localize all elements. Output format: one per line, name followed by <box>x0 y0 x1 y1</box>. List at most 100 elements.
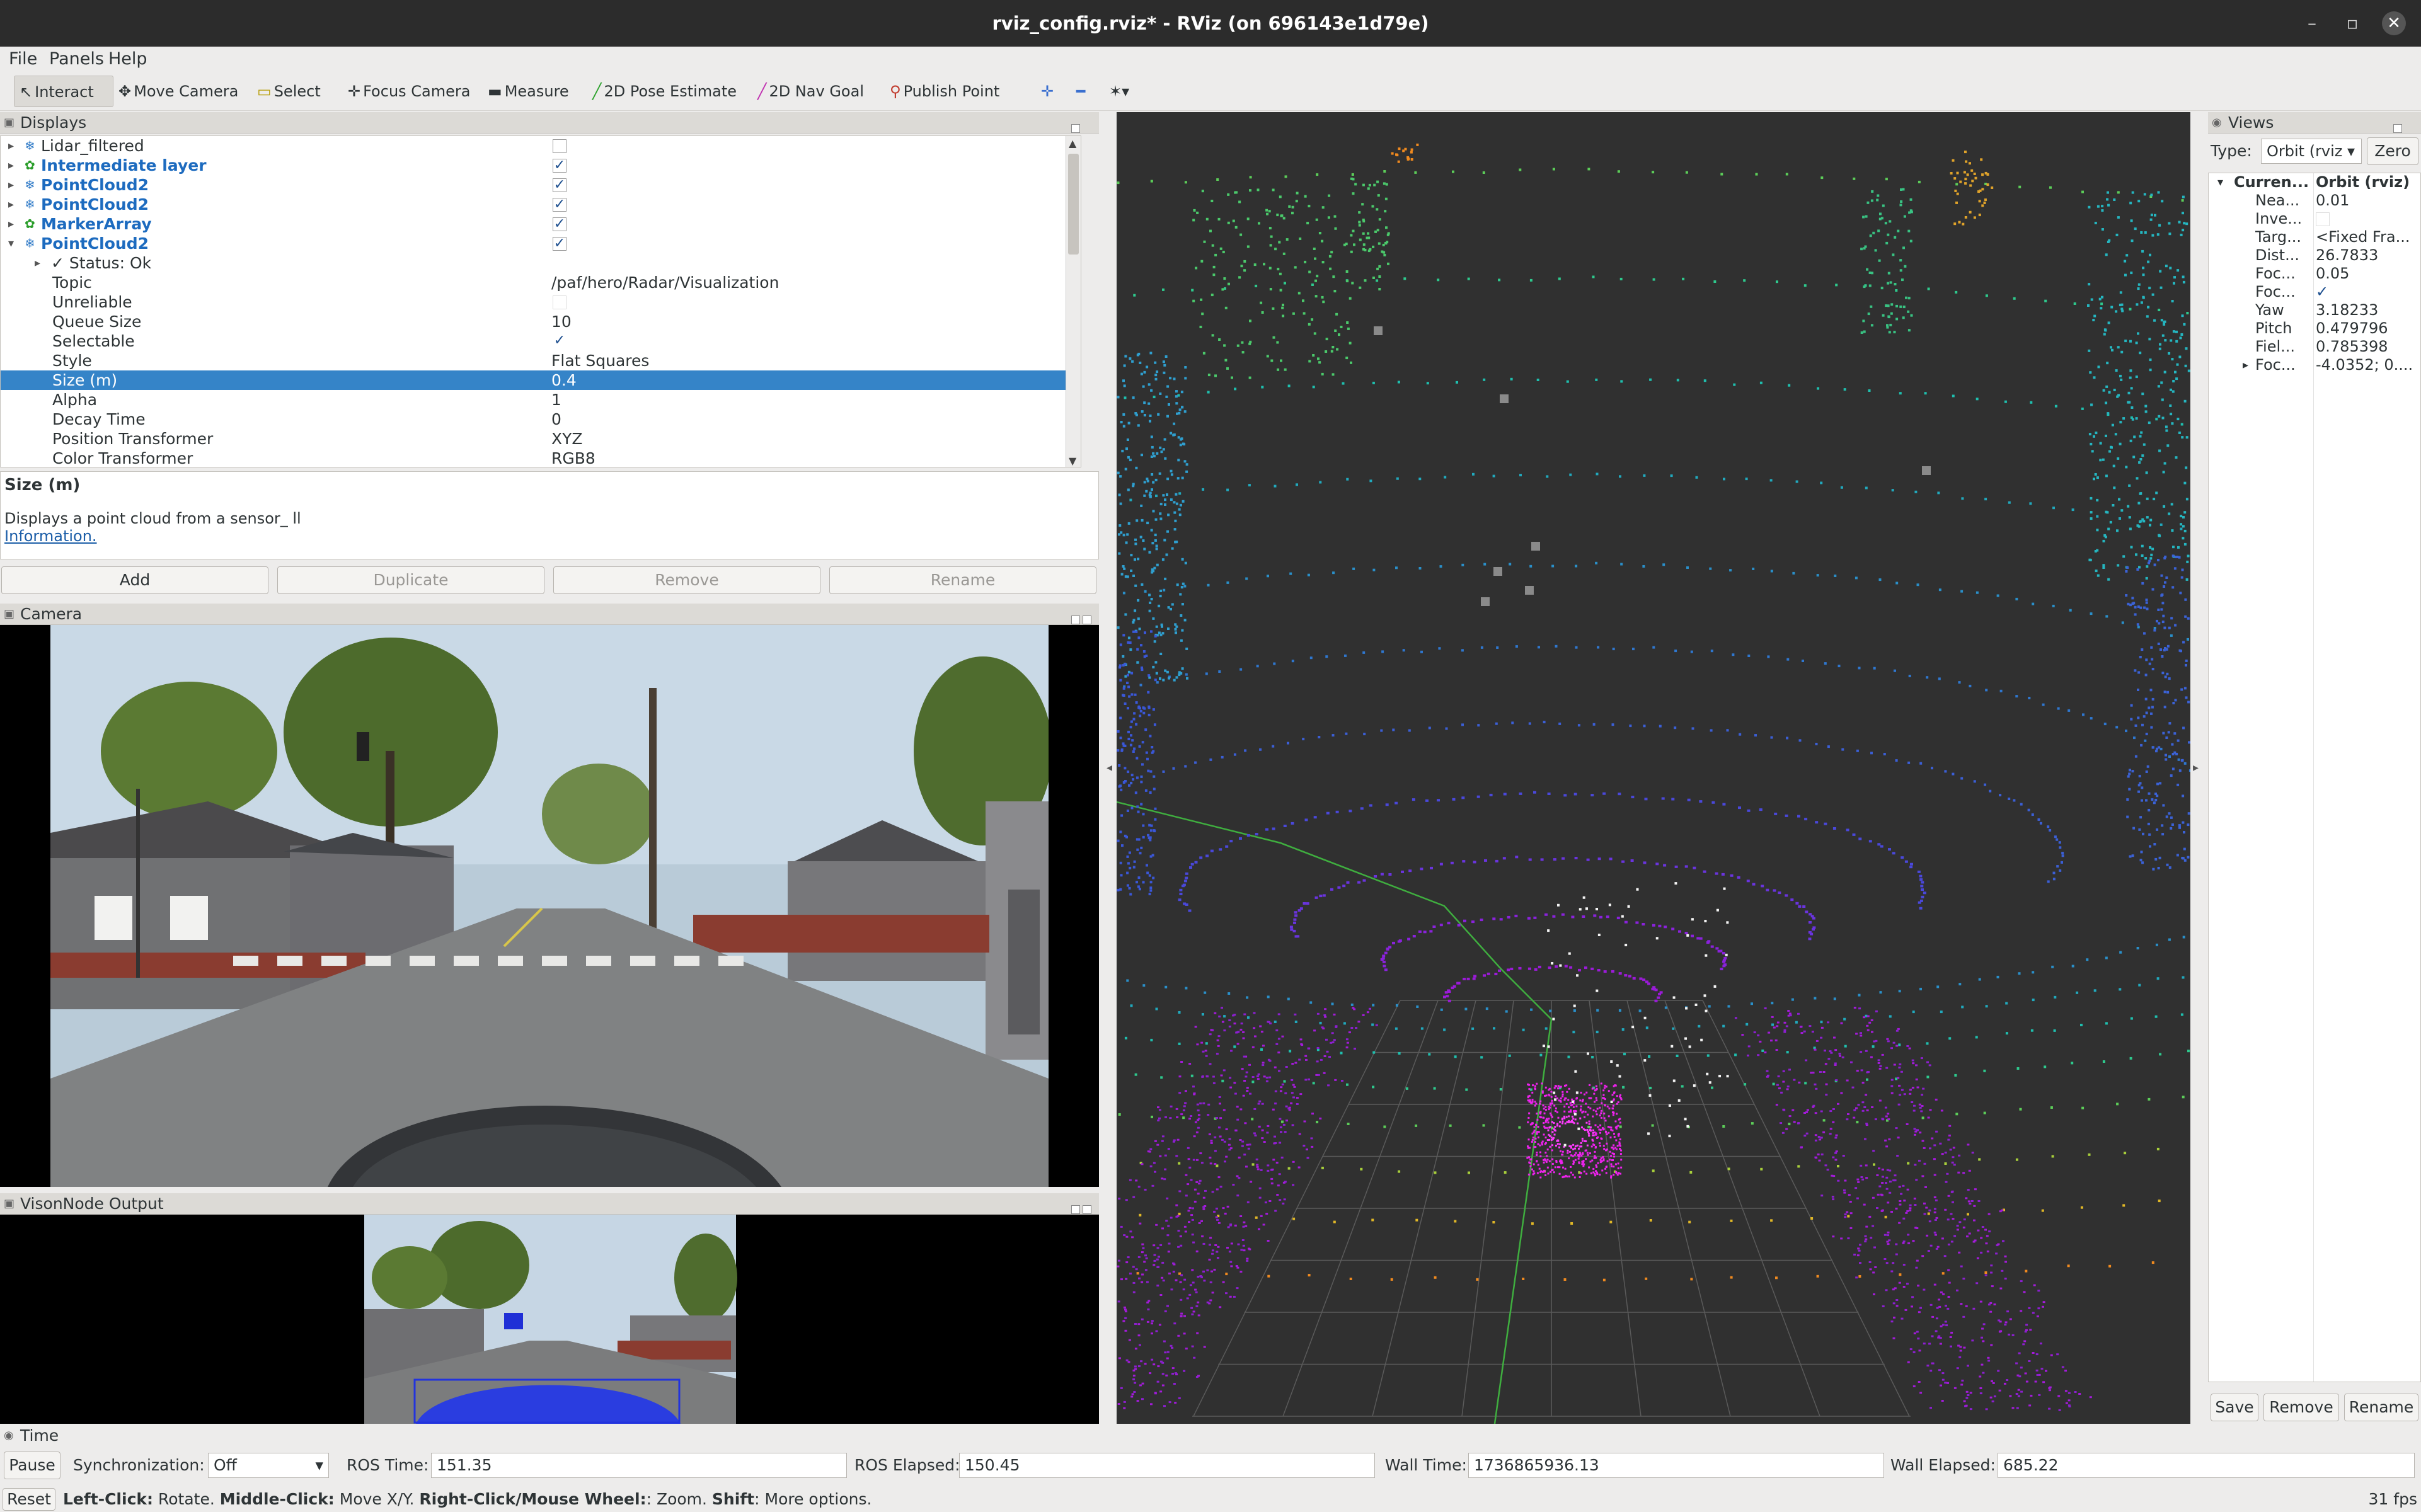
display-checkbox[interactable] <box>553 139 566 153</box>
prop-value[interactable]: 1 <box>551 390 561 410</box>
prop-value[interactable]: 10 <box>551 312 572 331</box>
ros-elapsed-field[interactable]: 150.45 <box>959 1453 1375 1478</box>
prop-row-position-transformer[interactable]: Position Transformer XYZ <box>1 429 1081 449</box>
remove-tool-icon[interactable]: ━ <box>1071 76 1090 107</box>
expand-icon[interactable]: ▸ <box>8 156 14 175</box>
prop-value[interactable]: 0 <box>551 410 561 429</box>
expand-icon[interactable]: ▸ <box>35 253 40 273</box>
tool-2d-nav-goal[interactable]: ╱ 2D Nav Goal <box>752 76 869 107</box>
view-prop-row[interactable]: Targ... <Fixed Fra... <box>2209 228 2420 246</box>
view-prop-value[interactable]: ✓ <box>2316 283 2420 301</box>
tool-interact[interactable]: ↖ Interact <box>14 76 113 107</box>
display-checkbox[interactable]: ✓ <box>553 198 566 212</box>
view-prop-value[interactable]: 0.479796 <box>2316 319 2420 338</box>
views-save-button[interactable]: Save <box>2211 1394 2258 1421</box>
view-prop-value[interactable]: -4.0352; 0.... <box>2316 356 2420 374</box>
view-type-select[interactable]: Orbit (rviz ▾ <box>2261 139 2362 164</box>
display-item-pointcloud2[interactable]: ▸ ❄ PointCloud2 ✓ <box>1 195 1081 214</box>
unreliable-checkbox[interactable] <box>553 295 566 309</box>
prop-value[interactable]: Flat Squares <box>551 351 649 370</box>
collapse-icon[interactable]: ▾ <box>8 234 14 253</box>
view-prop-row[interactable]: Yaw 3.18233 <box>2209 301 2420 319</box>
view-prop-row[interactable]: Pitch 0.479796 <box>2209 319 2420 338</box>
prop-value[interactable]: RGB8 <box>551 449 595 467</box>
expand-icon[interactable]: ▸ <box>8 214 14 234</box>
wall-elapsed-field[interactable]: 685.22 <box>1998 1453 2415 1478</box>
selectable-checkbox[interactable]: ✓ <box>553 334 566 348</box>
tool-2d-pose-estimate[interactable]: ╱ 2D Pose Estimate <box>587 76 742 107</box>
tool-options-icon[interactable]: ✶▾ <box>1104 76 1134 107</box>
view-prop-value[interactable]: 3.18233 <box>2316 301 2420 319</box>
scroll-up-icon[interactable]: ▲ <box>1069 137 1076 149</box>
view-prop-row[interactable]: Foc... ✓ <box>2209 283 2420 301</box>
menu-panels[interactable]: Panels <box>49 47 104 72</box>
display-checkbox[interactable]: ✓ <box>553 217 566 231</box>
scroll-down-icon[interactable]: ▼ <box>1069 455 1076 467</box>
expand-icon[interactable]: ▸ <box>8 136 14 156</box>
render-3d-view[interactable] <box>1117 112 2190 1424</box>
panel-close-button[interactable] <box>1069 117 1094 133</box>
restore-icon[interactable]: ▫ <box>2340 11 2364 35</box>
menu-help[interactable]: Help <box>108 47 147 72</box>
sync-select[interactable]: Off ▾ <box>208 1453 329 1478</box>
description-link[interactable]: Information. <box>4 527 97 545</box>
tool-move-camera[interactable]: ✥ Move Camera <box>113 76 243 107</box>
prop-row-style[interactable]: Style Flat Squares <box>1 351 1081 370</box>
prop-row-unreliable[interactable]: Unreliable <box>1 292 1081 312</box>
display-checkbox[interactable]: ✓ <box>553 159 566 173</box>
tool-measure[interactable]: ▬ Measure <box>483 76 574 107</box>
wall-time-field[interactable]: 1736865936.13 <box>1468 1453 1884 1478</box>
views-remove-button[interactable]: Remove <box>2263 1394 2339 1421</box>
expand-icon[interactable]: ▸ <box>8 175 14 195</box>
view-prop-row[interactable]: Dist... 26.7833 <box>2209 246 2420 265</box>
prop-value[interactable]: XYZ <box>551 429 583 449</box>
panel-buttons[interactable] <box>1069 1198 1094 1214</box>
prop-row-alpha[interactable]: Alpha 1 <box>1 390 1081 410</box>
view-prop-row[interactable]: ▸ Foc... -4.0352; 0.... <box>2209 356 2420 374</box>
prop-row-selectable[interactable]: Selectable ✓ <box>1 331 1081 351</box>
view-prop-row[interactable]: Fiel... 0.785398 <box>2209 338 2420 356</box>
prop-row-color-transformer[interactable]: Color Transformer RGB8 <box>1 449 1081 467</box>
remove-button[interactable]: Remove <box>553 566 820 594</box>
display-checkbox[interactable]: ✓ <box>553 237 566 251</box>
view-prop-row[interactable]: Foc... 0.05 <box>2209 265 2420 283</box>
tool-focus-camera[interactable]: ✛ Focus Camera <box>343 76 475 107</box>
display-item-markerarray[interactable]: ▸ ✿ MarkerArray ✓ <box>1 214 1081 234</box>
minimize-icon[interactable]: – <box>2300 11 2324 35</box>
panel-buttons[interactable] <box>1069 609 1094 624</box>
prop-row-topic[interactable]: Topic /paf/hero/Radar/Visualization <box>1 273 1081 292</box>
display-item-lidar-filtered[interactable]: ▸ ❄ Lidar_filtered <box>1 136 1081 156</box>
view-current-row[interactable]: ▾ Curren... Orbit (rviz) <box>2209 173 2420 192</box>
menu-file[interactable]: File <box>9 47 37 72</box>
prop-value[interactable]: /paf/hero/Radar/Visualization <box>551 273 779 292</box>
collapse-left-icon[interactable]: ◂ <box>1107 761 1112 774</box>
displays-scrollbar[interactable]: ▲ ▼ <box>1066 136 1081 467</box>
view-prop-value[interactable]: 0.785398 <box>2316 338 2420 356</box>
camera-view[interactable] <box>0 625 1099 1187</box>
expand-icon[interactable]: ▸ <box>2243 356 2248 374</box>
scrollbar-thumb[interactable] <box>1068 154 1079 255</box>
vision-output-view[interactable] <box>0 1215 1099 1424</box>
prop-row-size[interactable]: Size (m) 0.4 <box>1 370 1081 390</box>
collapse-right-icon[interactable]: ▸ <box>2193 761 2199 774</box>
expand-icon[interactable]: ▸ <box>8 195 14 214</box>
panel-close-button[interactable] <box>2391 117 2416 133</box>
view-prop-value[interactable]: 0.05 <box>2316 265 2420 283</box>
collapse-icon[interactable]: ▾ <box>2217 173 2223 192</box>
prop-row-decay-time[interactable]: Decay Time 0 <box>1 410 1081 429</box>
pause-button[interactable]: Pause <box>4 1452 60 1479</box>
zero-button[interactable]: Zero <box>2367 137 2418 165</box>
view-prop-value[interactable]: <Fixed Fra... <box>2316 228 2420 246</box>
rename-button[interactable]: Rename <box>829 566 1096 594</box>
display-checkbox[interactable]: ✓ <box>553 178 566 192</box>
display-item-intermediate-layer[interactable]: ▸ ✿ Intermediate layer ✓ <box>1 156 1081 175</box>
prop-row-queue-size[interactable]: Queue Size 10 <box>1 312 1081 331</box>
add-tool-icon[interactable]: ✛ <box>1036 76 1059 107</box>
display-item-pointcloud2-expanded[interactable]: ▾ ❄ PointCloud2 ✓ <box>1 234 1081 253</box>
add-button[interactable]: Add <box>1 566 268 594</box>
duplicate-button[interactable]: Duplicate <box>277 566 544 594</box>
reset-button[interactable]: Reset <box>3 1488 55 1511</box>
views-rename-button[interactable]: Rename <box>2344 1394 2418 1421</box>
view-prop-row[interactable]: Inve... <box>2209 210 2420 228</box>
tool-select[interactable]: ▭ Select <box>252 76 326 107</box>
